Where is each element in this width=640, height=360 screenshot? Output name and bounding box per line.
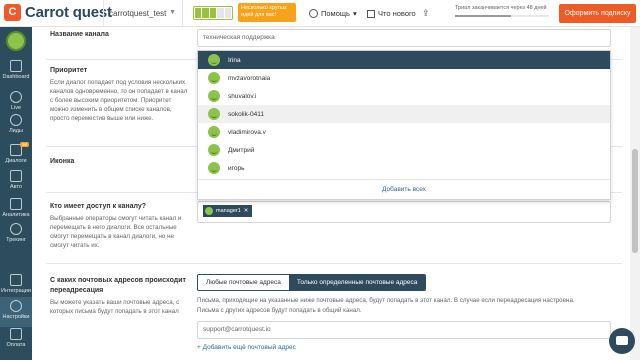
scroll-thumb[interactable] xyxy=(632,149,638,253)
main-content: Название канала техническая поддержка Пр… xyxy=(32,27,630,360)
chevron-down-icon: ▾ xyxy=(352,9,357,18)
tracking-icon xyxy=(10,223,22,235)
priority-label: Приоритет xyxy=(50,67,88,74)
user-avatar[interactable] xyxy=(6,31,26,51)
operator-option[interactable]: Irina xyxy=(198,51,610,69)
operator-option[interactable]: игорь xyxy=(198,159,610,177)
project-name: carrotquest_test xyxy=(109,9,167,18)
any-addresses-option[interactable]: Любые почтовые адреса xyxy=(198,275,289,290)
sidebar: Dashboard Live Лиды 99 Диалоги Авто Анали… xyxy=(0,27,32,360)
sidebar-item-leads[interactable]: Лиды xyxy=(0,111,32,141)
help-label: Помощь xyxy=(321,9,350,18)
logo[interactable]: C Carrot quest xyxy=(4,4,112,21)
avatar xyxy=(205,207,213,215)
avatar xyxy=(208,162,220,174)
onboarding-progress[interactable] xyxy=(193,6,233,20)
avatar xyxy=(208,108,220,120)
whats-new-button[interactable]: Что нового xyxy=(367,9,416,18)
avatar xyxy=(208,126,220,138)
avatar xyxy=(208,144,220,156)
email-mode-toggle: Любые почтовые адреса Только определенны… xyxy=(197,274,427,291)
operator-option[interactable]: mvzavorotnaia xyxy=(198,69,610,87)
divider xyxy=(46,263,622,264)
operator-option[interactable]: vladimirova.v xyxy=(198,123,610,141)
sidebar-item-auto[interactable]: Авто xyxy=(0,167,32,197)
email-description: Вы можете указать ваши почтовые адреса, … xyxy=(50,299,180,315)
live-icon xyxy=(10,91,22,103)
logo-text: Carrot quest xyxy=(25,4,112,21)
operators-select[interactable]: manager1 ✕ xyxy=(197,201,611,223)
priority-description: Если диалог попадает под условия несколь… xyxy=(50,79,188,122)
email-hint-2: Письма с других адресов будут попадать в… xyxy=(197,307,362,314)
sidebar-item-dashboard[interactable]: Dashboard xyxy=(0,57,32,87)
dashboard-icon xyxy=(10,60,22,72)
chat-widget-button[interactable] xyxy=(609,328,635,354)
gear-icon xyxy=(10,300,22,312)
project-selector[interactable]: carrotquest_test ▼ xyxy=(103,0,183,27)
tag-label: manager1 xyxy=(216,208,241,214)
selected-operator-tag[interactable]: manager1 ✕ xyxy=(203,205,253,217)
wallet-icon xyxy=(10,328,22,340)
share-icon[interactable]: ⇪ xyxy=(422,8,430,19)
operator-option[interactable]: Дмитрий xyxy=(198,141,610,159)
sidebar-item-settings[interactable]: Настройки xyxy=(0,297,32,327)
add-email-link[interactable]: + Добавить ещё почтовый адрес xyxy=(197,344,296,351)
top-bar: C Carrot quest carrotquest_test ▼ Нескол… xyxy=(0,0,640,27)
sidebar-item-billing[interactable]: Оплата xyxy=(0,325,32,355)
user-icon xyxy=(10,114,22,126)
chart-icon xyxy=(10,198,22,210)
email-hint-1: Письма, приходящие на указанные ниже поч… xyxy=(197,297,575,304)
help-menu[interactable]: Помощь ▾ xyxy=(309,9,357,18)
specific-addresses-option[interactable]: Только определенные почтовые адреса xyxy=(288,275,426,290)
help-icon xyxy=(309,9,318,18)
sidebar-item-tracking[interactable]: Трекинг xyxy=(0,220,32,250)
subscribe-button[interactable]: Оформить подписку xyxy=(559,4,636,23)
trial-text: Триал заканчивается через 48 дней xyxy=(455,5,547,11)
avatar xyxy=(208,72,220,84)
add-all-button[interactable]: Добавить всех xyxy=(198,179,610,199)
close-icon[interactable]: ✕ xyxy=(244,208,249,214)
puzzle-icon xyxy=(10,274,22,286)
chevron-down-icon: ▼ xyxy=(169,9,176,16)
operator-option[interactable]: shuvalov.i xyxy=(198,87,610,105)
scrollbar[interactable] xyxy=(630,27,640,360)
email-label: С каких почтовых адресов происходит пере… xyxy=(50,277,186,294)
trial-progress xyxy=(455,15,549,17)
whats-new-label: Что нового xyxy=(378,9,416,18)
carrot-logo-icon: C xyxy=(4,4,21,21)
operator-option[interactable]: sokolik-0411 xyxy=(198,105,610,123)
access-description: Выбранные операторы смогут читать канал … xyxy=(50,215,182,249)
auto-icon xyxy=(10,170,22,182)
avatar xyxy=(208,90,220,102)
avatar xyxy=(208,54,220,66)
gift-icon xyxy=(367,9,375,18)
chat-icon xyxy=(616,336,628,345)
ideas-promo-button[interactable]: Несколько крутых идей для вас! xyxy=(238,3,296,22)
channel-name-label: Название канала xyxy=(50,31,109,38)
icon-label: Иконка xyxy=(50,158,75,165)
dialogs-badge: 99 xyxy=(19,142,29,147)
operators-dropdown: Irina mvzavorotnaia shuvalov.i sokolik-0… xyxy=(197,50,611,200)
email-input[interactable]: support@carrotquest.io xyxy=(197,321,611,339)
access-label: Кто имеет доступ к каналу? xyxy=(50,203,147,210)
channel-name-input[interactable]: техническая поддержка xyxy=(197,29,611,47)
